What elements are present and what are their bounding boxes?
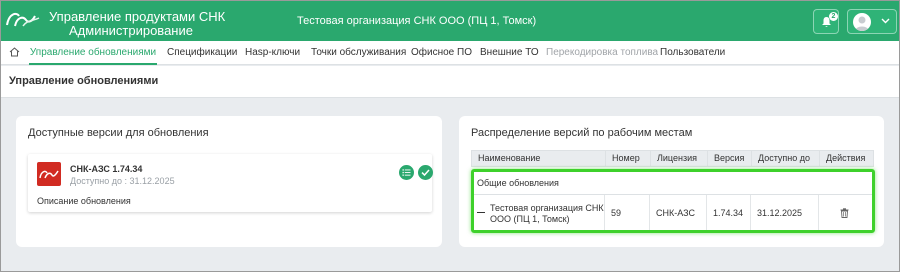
nav-tab-users[interactable]: Пользователи bbox=[660, 41, 725, 65]
column-name: Наименование bbox=[472, 151, 606, 166]
product-logo bbox=[37, 162, 61, 186]
main-nav: Управление обновлениями Спецификации Has… bbox=[1, 41, 899, 65]
home-icon[interactable] bbox=[9, 47, 20, 57]
column-license: Лицензия bbox=[651, 151, 708, 166]
distribution-title: Распределение версий по рабочим местам bbox=[471, 127, 693, 139]
app-subtitle: Администрирование bbox=[69, 23, 193, 38]
column-version: Версия bbox=[708, 151, 752, 166]
nav-tab-service-points[interactable]: Точки обслуживания bbox=[311, 41, 406, 65]
column-available-until: Доступно до bbox=[752, 151, 820, 166]
user-menu-button[interactable] bbox=[847, 9, 897, 34]
top-bar: Управление продуктами СНК Администрирова… bbox=[1, 1, 899, 41]
page-header: Управление обновлениями bbox=[1, 66, 899, 98]
nav-tab-external-to[interactable]: Внешние ТО bbox=[480, 41, 539, 65]
available-versions-card: Доступные версии для обновления СНК-АЗС … bbox=[16, 116, 442, 247]
version-available-until: Доступно до : 31.12.2025 bbox=[70, 176, 175, 186]
version-item[interactable]: СНК-АЗС 1.74.34 Доступно до : 31.12.2025… bbox=[28, 154, 433, 212]
app-window: Управление продуктами СНК Администрирова… bbox=[0, 0, 900, 272]
version-details-button[interactable] bbox=[399, 165, 414, 180]
apply-version-button[interactable] bbox=[418, 165, 433, 180]
nav-tab-updates[interactable]: Управление обновлениями bbox=[29, 41, 157, 65]
nav-tab-hasp-keys[interactable]: Hasp-ключи bbox=[245, 41, 300, 65]
check-icon bbox=[421, 169, 430, 177]
organization-name: Тестовая организация СНК ООО (ПЦ 1, Томс… bbox=[297, 15, 537, 27]
column-actions: Действия bbox=[826, 153, 866, 163]
list-icon bbox=[402, 169, 411, 176]
nav-tab-fuel-recoding: Перекодировка топлива bbox=[546, 47, 659, 58]
app-title: Управление продуктами СНК bbox=[49, 9, 226, 24]
chevron-down-icon bbox=[881, 18, 890, 24]
highlight-box bbox=[471, 169, 875, 233]
snk-logo bbox=[5, 10, 41, 30]
available-versions-title: Доступные версии для обновления bbox=[28, 127, 209, 139]
nav-tab-specifications[interactable]: Спецификации bbox=[167, 41, 237, 65]
nav-tab-office-software[interactable]: Офисное ПО bbox=[411, 41, 472, 65]
notifications-badge: 2 bbox=[829, 12, 838, 21]
page-title: Управление обновлениями bbox=[9, 75, 159, 87]
avatar bbox=[853, 13, 871, 31]
user-icon bbox=[855, 16, 869, 31]
version-description: Описание обновления bbox=[37, 196, 131, 206]
notifications-button[interactable]: 2 bbox=[813, 9, 839, 34]
version-name: СНК-АЗС 1.74.34 bbox=[70, 164, 143, 174]
column-number: Номер bbox=[606, 151, 651, 166]
table-header: Наименование Номер Лицензия Версия Досту… bbox=[471, 150, 874, 167]
